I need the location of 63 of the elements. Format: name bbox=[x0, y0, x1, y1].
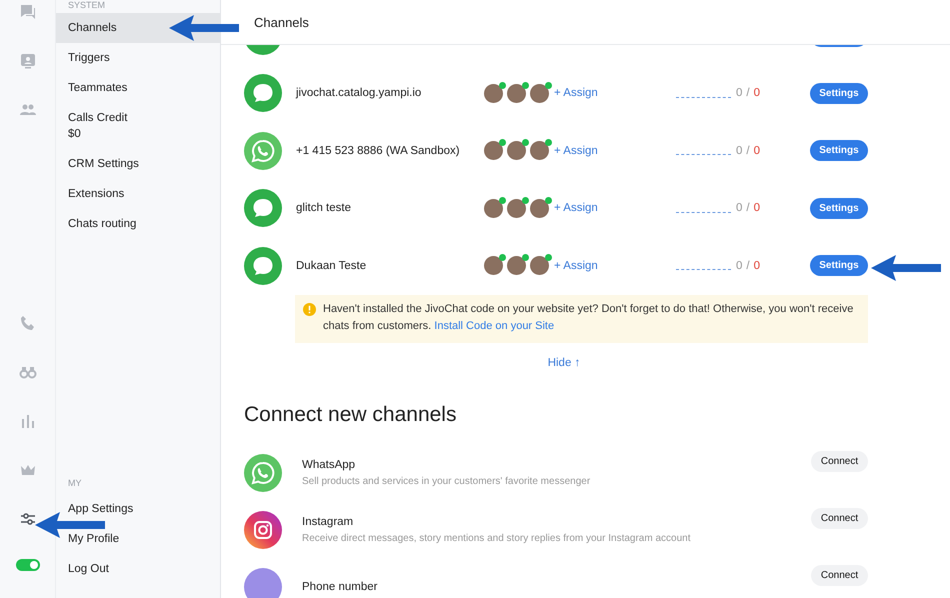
phone-icon[interactable] bbox=[18, 314, 36, 332]
count-limit: 0 bbox=[754, 87, 760, 100]
sidebar-item[interactable]: Calls Credit $0 bbox=[56, 103, 220, 149]
annotation-arrow bbox=[870, 254, 942, 282]
section-title: Connect new channels bbox=[244, 402, 458, 426]
annotation-arrow bbox=[168, 14, 240, 42]
chat-channel-icon bbox=[244, 74, 282, 112]
sidebar-item[interactable]: CRM Settings bbox=[56, 149, 220, 179]
channel-name: glitch teste bbox=[296, 202, 352, 214]
page-title: Channels bbox=[254, 14, 309, 30]
connect-button[interactable]: Connect bbox=[811, 564, 868, 586]
count-limit: 0 bbox=[754, 144, 760, 157]
chat-channel-icon bbox=[244, 189, 282, 228]
count-text: 0 bbox=[736, 87, 742, 100]
sidebar-item[interactable]: Channels bbox=[56, 13, 220, 43]
whatsapp-icon bbox=[244, 454, 282, 492]
channel-name: Dukaan Teste bbox=[296, 260, 368, 272]
chat-channel-icon bbox=[244, 246, 282, 285]
sidebar-item[interactable]: App Settings bbox=[56, 494, 220, 524]
settings-button[interactable]: Settings bbox=[810, 140, 868, 162]
sidebar-item[interactable]: Teammates bbox=[56, 73, 220, 103]
sidebar-item[interactable]: Triggers bbox=[56, 43, 220, 73]
whatsapp-icon bbox=[244, 132, 282, 170]
hide-link[interactable]: Hide ↑ bbox=[548, 356, 580, 368]
phone-channel-icon bbox=[244, 568, 282, 598]
chat-icon[interactable] bbox=[18, 3, 36, 21]
count-separator: / bbox=[746, 144, 750, 157]
channel-type-name: Instagram bbox=[302, 516, 354, 528]
sidebar-item[interactable]: Extensions bbox=[56, 179, 220, 209]
install-code-link[interactable]: Install Code on your Site bbox=[434, 320, 554, 332]
assign-link[interactable]: + Assign bbox=[554, 260, 598, 272]
channel-description: Sell products and services in your customers' favorite messenger bbox=[302, 476, 592, 487]
contact-card-icon[interactable] bbox=[18, 52, 36, 70]
channel-name: +1 415 523 8886 (WA Sandbox) bbox=[296, 144, 461, 157]
assign-link[interactable]: + Assign bbox=[554, 144, 598, 157]
assign-link[interactable]: + Assign bbox=[554, 202, 598, 214]
count-separator: / bbox=[746, 260, 750, 272]
section-heading: SYSTEM bbox=[67, 0, 106, 12]
settings-button[interactable]: Settings bbox=[810, 198, 868, 219]
sidebar-item[interactable]: Log Out bbox=[56, 554, 220, 584]
count-text: 0 bbox=[736, 202, 742, 214]
connect-button[interactable]: Connect bbox=[811, 508, 868, 528]
channel-type-name: WhatsApp bbox=[302, 459, 356, 471]
channel-name: jivochat.catalog.yampi.io bbox=[296, 87, 422, 100]
sidebar-item[interactable]: Chats routing bbox=[56, 209, 220, 239]
section-heading: MY bbox=[67, 478, 82, 488]
count-text: 0 bbox=[736, 260, 742, 272]
connect-button[interactable]: Connect bbox=[811, 450, 868, 472]
channel-description: Receive direct messages, story mentions and story replies from your Instagram account bbox=[302, 533, 692, 544]
settings-button[interactable]: Settings bbox=[810, 82, 868, 104]
count-text: 0 bbox=[736, 144, 742, 157]
status-toggle[interactable] bbox=[16, 559, 40, 571]
warning-icon bbox=[303, 302, 316, 316]
count-limit: 0 bbox=[754, 202, 760, 214]
count-separator: / bbox=[746, 202, 750, 214]
channel-type-name: Phone number bbox=[302, 581, 378, 593]
settings-button[interactable]: Settings bbox=[810, 255, 868, 276]
assign-link[interactable]: + Assign bbox=[554, 87, 598, 100]
sidebar-item[interactable]: My Profile bbox=[56, 524, 220, 554]
count-limit: 0 bbox=[754, 260, 760, 272]
count-separator: / bbox=[746, 87, 750, 100]
notice-text: Haven't installed the JivoChat code on your website yet? Don't forget to do that! Otherwise, you won't receive chats from customers. Install Code on your Site bbox=[323, 302, 854, 334]
instagram-icon bbox=[244, 511, 282, 549]
